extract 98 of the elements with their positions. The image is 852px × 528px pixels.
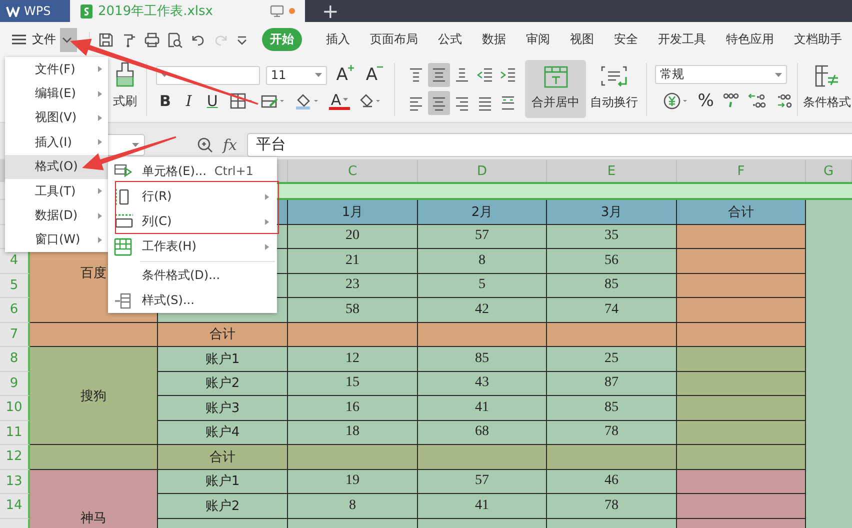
ribbon-tab[interactable]: 开发工具 (648, 28, 716, 51)
table-cell: 85 (547, 274, 677, 298)
shrink-font-button[interactable]: A (362, 65, 386, 85)
table-cell: 账户2 (158, 494, 288, 518)
ribbon-tab[interactable]: 视图 (560, 28, 604, 51)
table-cell: 合计 (158, 445, 288, 470)
menu-item[interactable]: 行(R) (108, 184, 277, 209)
new-tab-button[interactable]: + (314, 0, 347, 22)
row-number: 8 (0, 347, 30, 372)
underline-button[interactable]: U (204, 91, 221, 111)
row-number: 4 (0, 249, 30, 274)
table-cell: 78 (547, 494, 677, 518)
table-cell: 43 (418, 372, 547, 396)
ribbon-tab[interactable]: 特色应用 (716, 28, 784, 51)
column-header: G (806, 160, 852, 182)
table-cell: 41 (418, 396, 547, 420)
row-number: 6 (0, 298, 30, 322)
number-format-field[interactable]: 常规 (654, 65, 787, 84)
font-color-button[interactable]: A (328, 92, 350, 110)
conditional-format-button[interactable]: 条件格式 (802, 57, 852, 122)
table-cell: 41 (418, 494, 547, 518)
table-cell: 23 (288, 274, 418, 298)
column-header: D (418, 160, 547, 182)
table-cell: 5 (418, 274, 547, 298)
row-number: 13 (0, 470, 30, 494)
row-number: 9 (0, 372, 30, 396)
font-size-field[interactable]: 11 (266, 66, 328, 84)
table-cell: 账户4 (158, 420, 288, 445)
ribbon-tab[interactable]: 审阅 (516, 28, 560, 51)
table-cell: 搜狗 (30, 347, 158, 445)
app-tab[interactable]: WPS (0, 0, 70, 22)
row-number: 14 (0, 494, 30, 518)
ribbon-tab[interactable]: 插入 (316, 28, 360, 51)
ribbon-tab[interactable]: 文档助手 (784, 28, 852, 51)
row-number: 7 (0, 322, 30, 347)
italic-button[interactable]: I (182, 91, 195, 111)
menu-item[interactable]: 插入(I) (5, 130, 108, 155)
table-cell: 57 (418, 470, 547, 494)
table-cell: 18 (288, 420, 418, 445)
table-cell: 8 (418, 249, 547, 274)
grow-font-button[interactable]: A (333, 65, 357, 85)
table-cell: 25 (547, 347, 677, 372)
table-cell: 87 (547, 372, 677, 396)
table-cell: 神马 (30, 470, 158, 528)
table-cell: 74 (547, 298, 677, 322)
menu-item[interactable]: 单元格(E)... Ctrl+1 (108, 158, 277, 184)
table-cell: 16 (288, 396, 418, 420)
table-cell: 21 (288, 249, 418, 274)
table-cell: 3月 (547, 200, 677, 224)
menu-item[interactable]: 视图(V) (5, 106, 108, 130)
shortcut-label: Ctrl+1 (214, 164, 254, 178)
row-number: 10 (0, 396, 30, 420)
row-number: 5 (0, 274, 30, 298)
bold-button[interactable]: B (156, 91, 174, 111)
row-number: 12 (0, 445, 30, 470)
table-cell: 46 (547, 470, 677, 494)
function-button[interactable]: fx (221, 136, 240, 154)
percent-button[interactable]: % (698, 91, 714, 111)
table-cell: 合计 (677, 200, 806, 224)
ribbon-tab[interactable]: 页面布局 (360, 28, 428, 51)
table-cell: 账户3 (158, 396, 288, 420)
table-cell: 68 (418, 420, 547, 445)
formula-field[interactable]: 平台 (247, 132, 852, 156)
table-cell: 账户2 (158, 372, 288, 396)
menu-item[interactable]: 工具(T) (5, 178, 108, 204)
menu-item[interactable]: 文件(F) (5, 57, 108, 82)
column-header: C (288, 160, 418, 182)
table-cell: 1月 (288, 200, 418, 224)
table-cell: 19 (288, 470, 418, 494)
table-cell: 20 (288, 224, 418, 249)
table-cell: 56 (547, 249, 677, 274)
table-cell: 58 (288, 298, 418, 322)
table-cell: 57 (418, 224, 547, 249)
table-cell: 2月 (418, 200, 547, 224)
table-cell: 42 (418, 298, 547, 322)
document-title: 2019年工作表.xlsx (98, 3, 213, 20)
row-number: 11 (0, 420, 30, 445)
table-cell: 账户1 (158, 470, 288, 494)
table-cell: 85 (418, 347, 547, 372)
wrap-text-button[interactable]: 自动换行 (586, 57, 642, 122)
menu-item[interactable]: 编辑(E) (5, 81, 108, 106)
ribbon-tab[interactable]: 数据 (472, 28, 516, 51)
table-cell: 12 (288, 347, 418, 372)
merge-center-button[interactable]: 合并居中 (525, 60, 586, 118)
table-cell: 合计 (158, 322, 288, 347)
column-header: E (547, 160, 677, 182)
table-cell: 85 (547, 396, 677, 420)
ribbon-tab[interactable]: 安全 (604, 28, 648, 51)
table-cell: 8 (288, 494, 418, 518)
column-header: F (677, 160, 806, 182)
menu-item[interactable]: 格式(O) (5, 154, 108, 179)
table-cell: 78 (547, 420, 677, 445)
ribbon-tab[interactable]: 公式 (428, 28, 472, 51)
table-cell: 15 (288, 372, 418, 396)
table-cell: 35 (547, 224, 677, 249)
format-painter-label[interactable]: 式刷 (112, 93, 137, 110)
file-menu-button[interactable]: 文件 (32, 31, 56, 48)
table-cell: 账户1 (158, 347, 288, 372)
